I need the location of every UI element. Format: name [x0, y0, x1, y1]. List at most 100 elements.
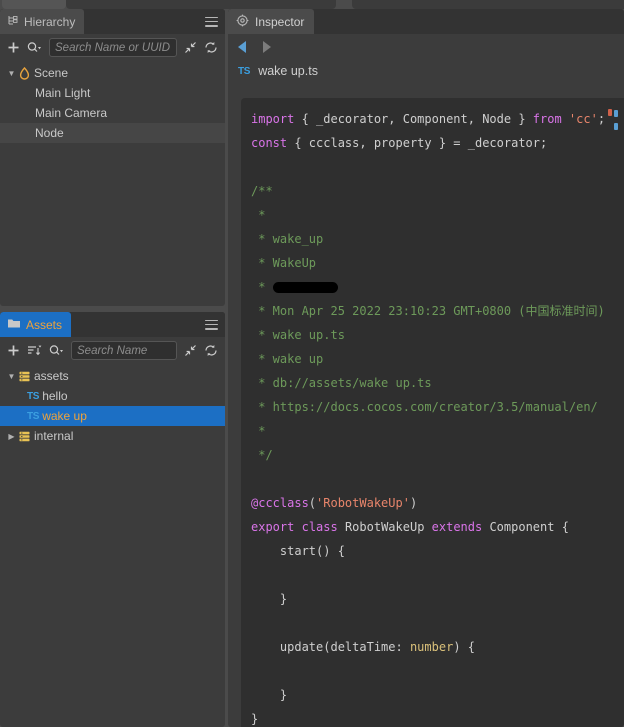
- code-token: 'cc': [568, 112, 598, 126]
- plus-icon[interactable]: [7, 41, 20, 54]
- code-token: */: [251, 448, 273, 462]
- code-content[interactable]: import { _decorator, Component, Node } f…: [241, 98, 624, 727]
- tab-inspector-label: Inspector: [255, 14, 305, 29]
- top-tab-chip-1[interactable]: [2, 0, 66, 9]
- code-line: * wake up: [251, 347, 624, 371]
- hierarchy-icon: [7, 14, 19, 29]
- left-dock-column: Hierarchy Search Name or UUID ▼ Scene Ma…: [0, 9, 225, 727]
- ts-badge: TS: [27, 410, 40, 422]
- hierarchy-panel: Hierarchy Search Name or UUID ▼ Scene Ma…: [0, 9, 225, 306]
- assets-row-internal[interactable]: internal: [0, 426, 225, 446]
- tab-assets[interactable]: Assets: [0, 312, 72, 337]
- inspector-tabbar: Inspector: [228, 9, 624, 34]
- search-input[interactable]: [77, 344, 171, 357]
- assets-row-hello[interactable]: TS hello: [0, 386, 225, 406]
- hierarchy-row-scene[interactable]: Scene: [0, 63, 225, 83]
- assets-tabbar-fill: [71, 312, 225, 337]
- collapse-all-icon[interactable]: [184, 41, 197, 54]
- code-line: *: [251, 275, 624, 299]
- hierarchy-item-label: Main Camera: [35, 106, 108, 120]
- code-line: const { ccclass, property } = _decorator…: [251, 131, 624, 155]
- gear-icon: [236, 14, 249, 30]
- db-folder-icon: [17, 430, 31, 443]
- hamburger-menu-icon[interactable]: [205, 319, 218, 330]
- assets-tree: assets TS hello TS wake up: [0, 364, 225, 446]
- code-token: ;: [597, 112, 606, 126]
- code-token: * https://docs.cocos.com/creator/3.5/man…: [251, 400, 598, 414]
- code-token: Component {: [482, 520, 569, 534]
- code-line: }: [251, 707, 624, 727]
- refresh-icon[interactable]: [204, 344, 218, 357]
- sort-dropdown-icon[interactable]: [27, 344, 42, 357]
- plus-icon[interactable]: [7, 344, 20, 357]
- search-input[interactable]: [55, 41, 171, 54]
- assets-tabbar: Assets: [0, 312, 225, 337]
- code-line: /**: [251, 179, 624, 203]
- tab-hierarchy[interactable]: Hierarchy: [0, 9, 85, 34]
- code-token: from: [532, 112, 562, 126]
- db-folder-icon: [17, 370, 31, 383]
- code-token: RobotWakeUp: [337, 520, 432, 534]
- minimap-mark: [614, 123, 618, 130]
- code-line: }: [251, 587, 624, 611]
- code-line: *: [251, 419, 624, 443]
- hamburger-menu-icon[interactable]: [205, 16, 218, 27]
- code-line: *: [251, 203, 624, 227]
- code-token: * WakeUp: [251, 256, 317, 270]
- search-dropdown-icon[interactable]: [49, 344, 64, 357]
- arrow-left-icon[interactable]: [238, 40, 246, 53]
- code-line: }: [251, 683, 624, 707]
- assets-item-label: assets: [34, 369, 69, 383]
- code-token: { _decorator, Component, Node }: [294, 112, 533, 126]
- code-token: export: [251, 520, 295, 534]
- tab-inspector[interactable]: Inspector: [228, 9, 315, 34]
- code-token: }: [251, 712, 259, 726]
- hierarchy-row-main-light[interactable]: Main Light: [0, 83, 225, 103]
- top-tab-chip-2[interactable]: [66, 0, 336, 9]
- code-line: * db://assets/wake up.ts: [251, 371, 624, 395]
- code-token: *: [251, 424, 266, 438]
- code-line: update(deltaTime: number) {: [251, 635, 624, 659]
- code-token: update(deltaTime:: [251, 640, 410, 654]
- code-line: export class RobotWakeUp extends Compone…: [251, 515, 624, 539]
- cocos-creator-window: Hierarchy Search Name or UUID ▼ Scene Ma…: [0, 0, 624, 727]
- redacted-text: [272, 282, 338, 293]
- assets-panel: Assets Search Name ▼ assets TS hello TS …: [0, 312, 225, 727]
- code-line: import { _decorator, Component, Node } f…: [251, 107, 624, 131]
- code-token: class: [301, 520, 338, 534]
- refresh-icon[interactable]: [204, 41, 218, 54]
- minimap-mark: [608, 109, 612, 116]
- hierarchy-row-main-camera[interactable]: Main Camera: [0, 103, 225, 123]
- code-token: (: [308, 496, 317, 510]
- hierarchy-tree: Scene Main Light Main Camera Node: [0, 61, 225, 143]
- hierarchy-search-box[interactable]: [49, 38, 177, 57]
- assets-row-assets[interactable]: assets: [0, 366, 225, 386]
- code-token: * wake up: [251, 352, 324, 366]
- hierarchy-toolbar: [0, 34, 225, 61]
- search-dropdown-icon[interactable]: [27, 41, 42, 54]
- code-token: * wake_up: [251, 232, 324, 246]
- code-editor[interactable]: import { _decorator, Component, Node } f…: [241, 98, 624, 727]
- right-dock-column: Inspector TS wake up.ts import { _decora…: [228, 9, 624, 727]
- collapse-all-icon[interactable]: [184, 344, 197, 357]
- tab-hierarchy-label: Hierarchy: [24, 14, 76, 29]
- code-token: extends: [431, 520, 483, 534]
- arrow-right-icon[interactable]: [263, 40, 271, 53]
- inspector-panel: Inspector TS wake up.ts import { _decora…: [228, 9, 624, 727]
- hierarchy-tabbar-fill: [84, 9, 225, 34]
- tab-assets-label: Assets: [26, 317, 63, 332]
- chevron-right-icon[interactable]: [6, 432, 17, 441]
- chevron-down-icon[interactable]: [6, 372, 17, 381]
- code-token: * db://assets/wake up.ts: [251, 376, 432, 390]
- top-tab-chip-3[interactable]: [352, 0, 624, 9]
- code-token: /**: [251, 184, 273, 198]
- chevron-down-icon[interactable]: [6, 69, 17, 78]
- assets-search-box[interactable]: [71, 341, 177, 360]
- assets-row-wake-up[interactable]: TS wake up: [0, 406, 225, 426]
- inspector-file-name: wake up.ts: [258, 64, 318, 78]
- hierarchy-row-node[interactable]: Node: [0, 123, 225, 143]
- assets-item-label: wake up: [42, 409, 87, 423]
- code-token: 'RobotWakeUp': [316, 496, 410, 510]
- ts-badge: TS: [238, 65, 251, 77]
